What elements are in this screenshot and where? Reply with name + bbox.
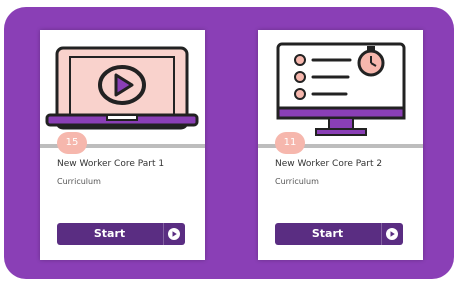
monitor-checklist-timer-icon (276, 42, 406, 136)
play-icon (386, 228, 398, 240)
play-icon (168, 228, 180, 240)
course-card[interactable]: 11 New Worker Core Part 2 Curriculum Sta… (258, 30, 423, 260)
course-thumbnail (258, 30, 423, 148)
laptop-video-icon (45, 46, 199, 130)
button-divider (163, 223, 164, 245)
course-thumbnail (40, 30, 205, 148)
item-count-badge: 11 (275, 132, 305, 154)
course-type: Curriculum (275, 177, 319, 186)
course-title[interactable]: New Worker Core Part 2 (275, 159, 382, 169)
start-button[interactable]: Start (57, 223, 185, 245)
start-button-label: Start (311, 227, 344, 240)
start-button[interactable]: Start (275, 223, 403, 245)
button-divider (381, 223, 382, 245)
course-type: Curriculum (57, 177, 101, 186)
start-button-label: Start (93, 227, 126, 240)
course-title[interactable]: New Worker Core Part 1 (57, 159, 164, 169)
course-card[interactable]: 15 New Worker Core Part 1 Curriculum Sta… (40, 30, 205, 260)
item-count-badge: 15 (57, 132, 87, 154)
